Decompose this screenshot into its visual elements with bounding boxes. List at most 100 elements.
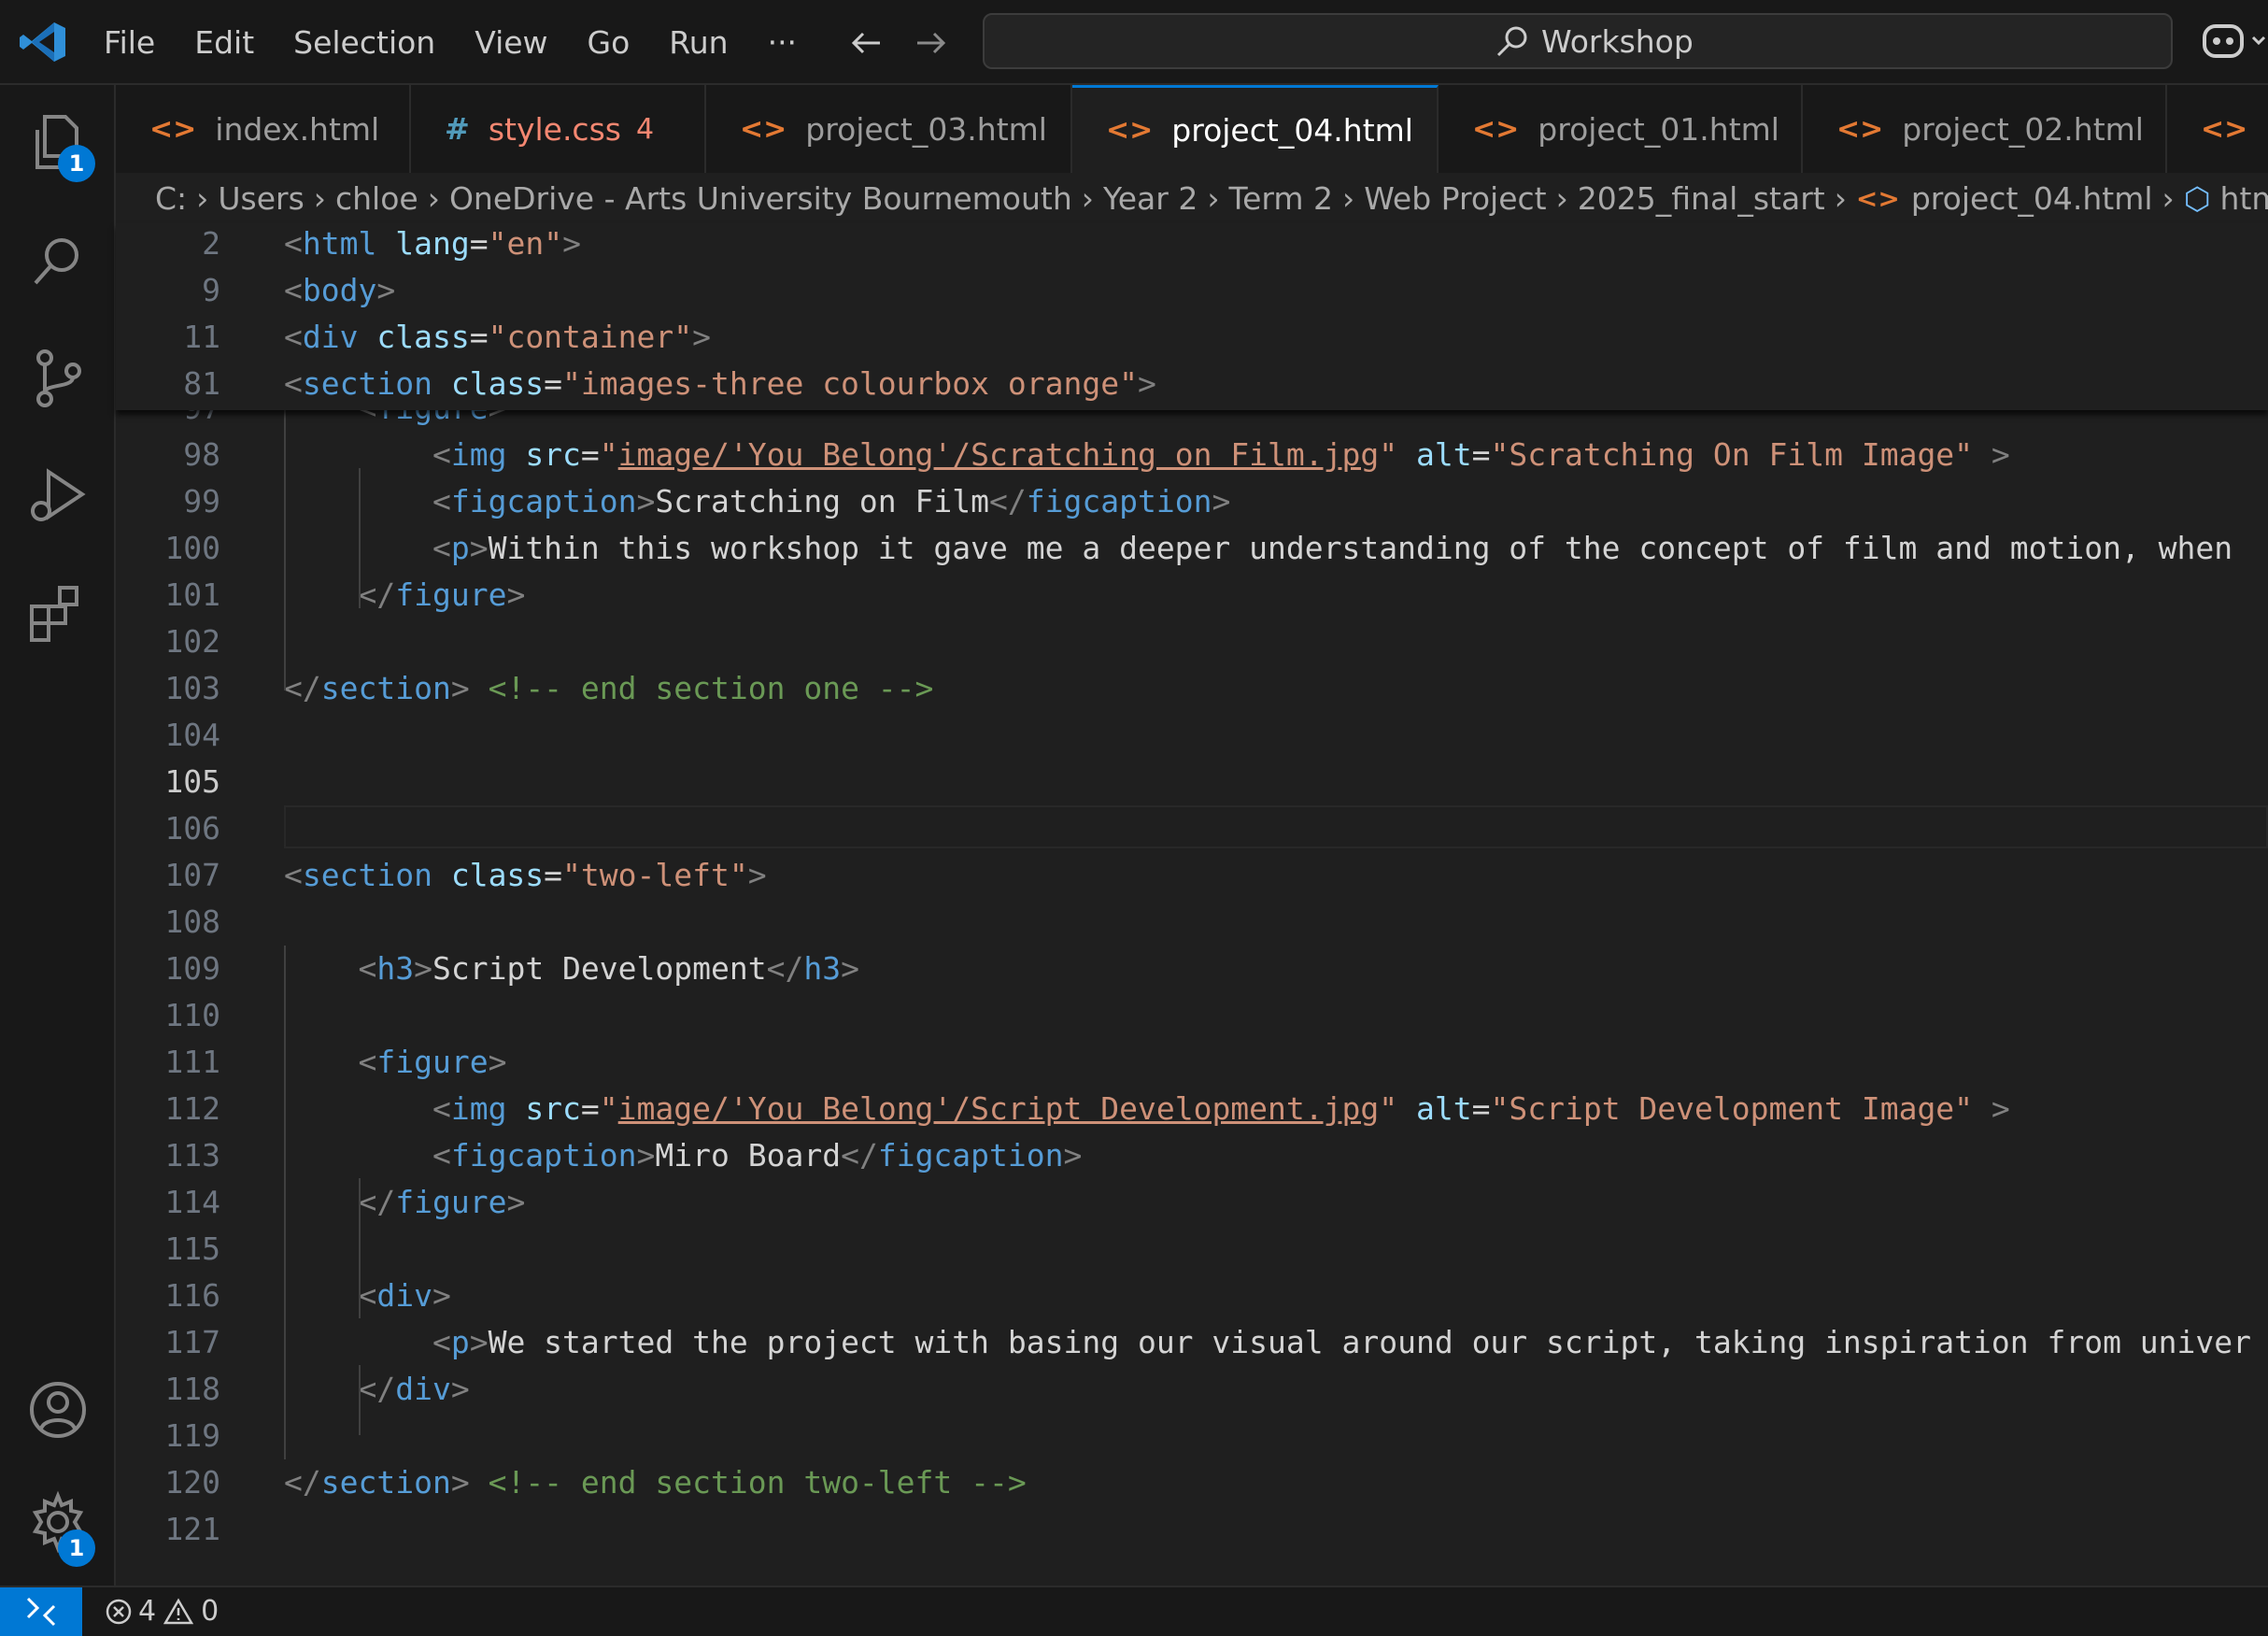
- menu-go[interactable]: Go: [568, 24, 650, 61]
- breadcrumb-item[interactable]: Term 2: [1229, 180, 1333, 217]
- html-file-icon: <>: [149, 112, 197, 146]
- command-center-search[interactable]: Workshop: [983, 13, 2173, 69]
- search-icon[interactable]: [24, 227, 92, 294]
- code-line[interactable]: 113 <figcaption>Miro Board</figcaption>: [116, 1132, 2268, 1179]
- breadcrumb-chevron-icon: ›: [1207, 179, 1220, 217]
- line-number: 98: [183, 436, 220, 473]
- line-number: 2: [202, 225, 220, 262]
- sticky-scroll-header[interactable]: 2 <html lang="en"> 9 <body> 11 <div class="co…: [116, 223, 2268, 410]
- breadcrumb-symbol[interactable]: html: [2220, 180, 2268, 217]
- code-editor[interactable]: 9697 <figure>98 <img src="image/'You Bel…: [116, 223, 2268, 1586]
- line-number: 116: [164, 1277, 220, 1314]
- accounts-icon[interactable]: [24, 1376, 92, 1444]
- code-line[interactable]: 119: [116, 1413, 2268, 1459]
- menu-view[interactable]: View: [455, 24, 567, 61]
- tab-overflow[interactable]: <> pr: [2167, 85, 2268, 173]
- breadcrumb-chevron-icon: ›: [1834, 179, 1847, 217]
- code-line[interactable]: 106: [116, 805, 2268, 852]
- line-number: 111: [164, 1044, 220, 1080]
- line-code: </div>: [358, 1371, 470, 1407]
- line-number: 121: [164, 1511, 220, 1547]
- code-line[interactable]: 118 </div>: [116, 1366, 2268, 1413]
- menu-more[interactable]: ···: [748, 24, 816, 61]
- line-number: 107: [164, 857, 220, 893]
- tab-index-html[interactable]: <> index.html: [116, 85, 411, 173]
- element-cube-icon: ⬡: [2183, 179, 2211, 217]
- back-arrow-icon[interactable]: [848, 24, 886, 62]
- code-line[interactable]: 104: [116, 712, 2268, 759]
- breadcrumb: C: › Users › chloe › OneDrive - Arts Univer…: [155, 173, 2268, 223]
- code-line[interactable]: 120 </section> <!-- end section two-left …: [116, 1459, 2268, 1506]
- menu-file[interactable]: File: [84, 24, 175, 61]
- line-code: <img src="image/'You Belong'/Scratching …: [432, 436, 2010, 473]
- indent-guide: [284, 410, 286, 690]
- code-line[interactable]: 101 </figure>: [116, 572, 2268, 619]
- code-line[interactable]: 99 <figcaption>Scratching on Film</figca…: [116, 478, 2268, 525]
- tab-label: project_03.html: [805, 110, 1047, 148]
- html-file-icon: <>: [1855, 182, 1900, 214]
- code-line[interactable]: 108: [116, 899, 2268, 946]
- run-debug-icon[interactable]: [24, 462, 92, 530]
- code-line[interactable]: 103 </section> <!-- end section one -->: [116, 665, 2268, 712]
- line-number: 104: [164, 717, 220, 753]
- code-line[interactable]: 121: [116, 1506, 2268, 1553]
- breadcrumb-item[interactable]: 2025_final_start: [1578, 180, 1825, 217]
- code-line[interactable]: 105: [116, 759, 2268, 805]
- title-bar: File Edit Selection View Go Run ··· Work…: [0, 0, 2268, 85]
- menu-edit[interactable]: Edit: [175, 24, 274, 61]
- sticky-line[interactable]: 9 <body>: [116, 267, 2268, 314]
- breadcrumb-chevron-icon: ›: [427, 179, 440, 217]
- line-number: 114: [164, 1184, 220, 1220]
- line-number: 81: [183, 365, 220, 402]
- sticky-line[interactable]: 11 <div class="container">: [116, 314, 2268, 361]
- code-line[interactable]: 98 <img src="image/'You Belong'/Scratchi…: [116, 432, 2268, 478]
- source-control-icon[interactable]: [24, 345, 92, 412]
- code-line[interactable]: 117 <p>We started the project with basin…: [116, 1319, 2268, 1366]
- sticky-line[interactable]: 2 <html lang="en">: [116, 221, 2268, 267]
- copilot-icon[interactable]: [2201, 21, 2268, 64]
- forward-arrow-icon[interactable]: [912, 24, 949, 62]
- code-line[interactable]: 114 </figure>: [116, 1179, 2268, 1226]
- tab-project-02-html[interactable]: <> project_02.html: [1803, 85, 2167, 173]
- tab-project-04-html[interactable]: <> project_04.html: [1072, 85, 1439, 173]
- code-line[interactable]: 115: [116, 1226, 2268, 1273]
- breadcrumb-file[interactable]: project_04.html: [1911, 180, 2153, 217]
- tab-project-01-html[interactable]: <> project_01.html: [1439, 85, 1803, 173]
- breadcrumb-chevron-icon: ›: [313, 179, 326, 217]
- code-line[interactable]: 111 <figure>: [116, 1039, 2268, 1086]
- remote-indicator[interactable]: [0, 1587, 82, 1636]
- sticky-line[interactable]: 81 <section class="images-three colourbox…: [116, 361, 2268, 407]
- breadcrumb-item[interactable]: Year 2: [1103, 180, 1198, 217]
- explorer-badge: 1: [58, 145, 95, 182]
- menu-run[interactable]: Run: [649, 24, 747, 61]
- line-code: <figure>: [358, 1044, 507, 1080]
- problems-indicator[interactable]: 4 0: [105, 1595, 219, 1628]
- code-line[interactable]: 110: [116, 992, 2268, 1039]
- line-code: <div>: [358, 1277, 451, 1314]
- line-number: 101: [164, 576, 220, 613]
- breadcrumb-chevron-icon: ›: [1555, 179, 1568, 217]
- tab-label: project_02.html: [1902, 110, 2144, 148]
- error-count: 4: [138, 1595, 157, 1628]
- code-line[interactable]: 116 <div>: [116, 1273, 2268, 1319]
- indent-guide: [359, 1365, 361, 1435]
- tab-project-03-html[interactable]: <> project_03.html: [706, 85, 1072, 173]
- code-line[interactable]: 107 <section class="two-left">: [116, 852, 2268, 899]
- line-number: 106: [164, 810, 220, 846]
- breadcrumb-item[interactable]: Web Project: [1364, 180, 1546, 217]
- line-number: 11: [183, 319, 220, 355]
- tab-style-css[interactable]: # style.css 4: [411, 85, 706, 173]
- breadcrumb-item[interactable]: chloe: [335, 180, 418, 217]
- vscode-logo-icon[interactable]: [19, 21, 67, 64]
- code-line[interactable]: 112 <img src="image/'You Belong'/Script …: [116, 1086, 2268, 1132]
- menu-selection[interactable]: Selection: [274, 24, 455, 61]
- indent-guide: [284, 946, 286, 1459]
- code-line[interactable]: 102: [116, 619, 2268, 665]
- breadcrumb-item[interactable]: OneDrive - Arts University Bournemouth: [449, 180, 1072, 217]
- extensions-icon[interactable]: [24, 580, 92, 647]
- code-line[interactable]: 109 <h3>Script Development</h3>: [116, 946, 2268, 992]
- line-number: 119: [164, 1417, 220, 1454]
- breadcrumb-item[interactable]: C:: [155, 180, 187, 217]
- code-line[interactable]: 100 <p>Within this workshop it gave me a…: [116, 525, 2268, 572]
- breadcrumb-item[interactable]: Users: [218, 180, 304, 217]
